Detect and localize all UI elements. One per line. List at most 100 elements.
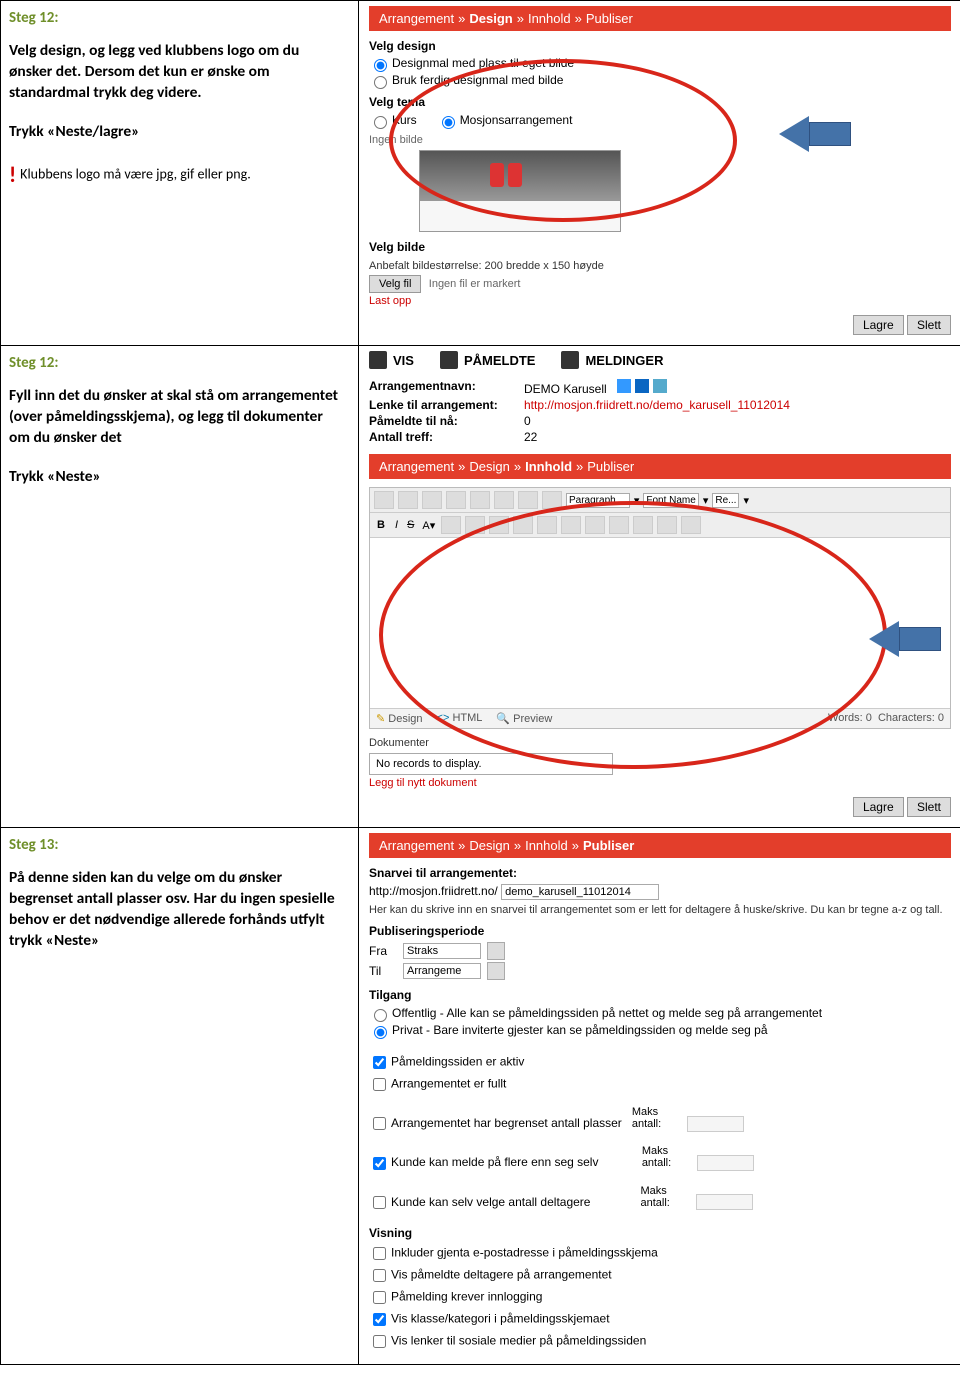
publisering-heading: Publiseringsperiode [369,924,951,938]
step-row-12b: Steg 12: Fyll inn det du ønsker at skal … [1,346,960,828]
lagre-button[interactable]: Lagre [853,315,904,335]
tab-vis[interactable]: VIS [369,351,414,369]
redo-icon[interactable] [494,491,514,509]
choose-file-button[interactable]: Velg fil [369,275,421,293]
exclamation-icon: ! [9,161,16,190]
pointer-arrow [779,116,851,152]
step-row-12a: Steg 12: Velg design, og legg ved klubbe… [1,1,960,346]
linkedin-icon[interactable] [635,379,649,393]
step-label: Steg 13: [9,836,346,854]
shortcut-help: Her kan du skrive inn en snarvei til arr… [369,904,951,916]
lagre-button[interactable]: Lagre [853,797,904,817]
highlight-circle [379,501,887,769]
fra-label: Fra [369,944,397,958]
crumb-arrangement: Arrangement [379,11,454,26]
file-status: Ingen fil er markert [429,278,521,290]
calendar-icon[interactable] [487,962,505,980]
crumb-arrangement: Arrangement [379,459,454,474]
twitter-icon[interactable] [653,379,667,393]
instruction-body-1: På denne siden kan du velge om du ønsker… [9,868,346,952]
warning-text: Klubbens logo må være jpg, gif eller png… [20,165,251,182]
undo-icon[interactable] [470,491,490,509]
italic-icon[interactable]: I [392,519,401,531]
align-left-icon[interactable] [441,516,461,534]
cb-aktiv[interactable]: Påmeldingssiden er aktiv [369,1053,951,1072]
step-label: Steg 12: [9,9,346,27]
instruction-cell: Steg 12: Velg design, og legg ved klubbe… [1,1,359,345]
kv-arrangementnavn: Arrangementnavn:DEMO Karusell [369,379,951,396]
step-label: Steg 12: [9,354,346,372]
maks-input-3[interactable] [696,1194,753,1210]
crumb-publiser: Publiser [586,11,633,26]
crumb-design: Design [469,838,509,853]
maks-input-1[interactable] [687,1116,744,1132]
crumb-publiser: Publiser [587,459,634,474]
add-document-link[interactable]: Legg til nytt dokument [369,777,951,789]
maks-input-2[interactable] [697,1155,754,1171]
facebook-icon[interactable] [617,379,631,393]
fra-input[interactable] [403,943,481,959]
heading-velg-bilde: Velg bilde [369,240,951,254]
slett-button[interactable]: Slett [907,315,951,335]
cb-selv-velge[interactable]: Kunde kan selv velge antall deltagere Ma… [369,1185,951,1212]
cb-v4[interactable]: Vis klasse/kategori i påmeldingsskjemaet [369,1310,951,1329]
instruction-body-1: Velg design, og legg ved klubbens logo o… [9,41,346,104]
highlight-circle [389,59,737,222]
slett-button[interactable]: Slett [907,797,951,817]
bold-icon[interactable]: B [374,519,388,531]
radio-offentlig[interactable]: Offentlig - Alle kan se påmeldingssiden … [369,1006,951,1022]
calendar-icon[interactable] [487,942,505,960]
til-input[interactable] [403,963,481,979]
screenshot-cell: Arrangement»Design»Innhold»Publiser Snar… [359,828,960,1364]
shortcut-input[interactable] [501,884,659,900]
upload-link[interactable]: Last opp [369,295,951,307]
crumb-innhold: Innhold [528,11,571,26]
paste-word-icon[interactable] [446,491,466,509]
crumb-design: Design [469,459,509,474]
cb-v3[interactable]: Påmelding krever innlogging [369,1288,951,1307]
tab-meldinger[interactable]: MELDINGER [561,351,663,369]
screenshot-cell: Arrangement»Design»Innhold»Publiser Velg… [359,1,960,345]
arrangement-link[interactable]: http://mosjon.friidrett.no/demo_karusell… [524,398,790,412]
instruction-cell: Steg 13: På denne siden kan du velge om … [1,828,359,1364]
instruction-cell: Steg 12: Fyll inn det du ønsker at skal … [1,346,359,827]
top-tabs: VIS PÅMELDTE MELDINGER [369,351,951,369]
cb-fullt[interactable]: Arrangementet er fullt [369,1075,951,1094]
instruction-body-1: Fyll inn det du ønsker at skal stå om ar… [9,386,346,449]
char-count: Characters: 0 [878,712,944,724]
size-select[interactable]: Re... [712,493,739,508]
warning-note: !Klubbens logo må være jpg, gif eller pn… [9,161,346,190]
breadcrumb-bar: Arrangement»Design»Innhold»Publiser [369,6,951,31]
kv-lenke: Lenke til arrangement:http://mosjon.frii… [369,398,951,412]
kv-treff: Antall treff:22 [369,430,951,444]
screenshot-cell: VIS PÅMELDTE MELDINGER Arrangementnavn:D… [359,346,960,827]
heading-velg-design: Velg design [369,39,951,53]
crumb-innhold: Innhold [525,838,568,853]
breadcrumb-bar: Arrangement»Design»Innhold»Publiser [369,454,951,479]
link-icon[interactable] [518,491,538,509]
cb-begrenset[interactable]: Arrangementet har begrenset antall plass… [369,1106,951,1133]
copy-icon[interactable] [398,491,418,509]
crumb-design: Design [469,11,512,26]
visning-heading: Visning [369,1226,951,1240]
step-row-13: Steg 13: På denne siden kan du velge om … [1,828,960,1364]
tab-pameldte[interactable]: PÅMELDTE [440,351,536,369]
radio-privat[interactable]: Privat - Bare inviterte gjester kan se p… [369,1023,951,1039]
pointer-arrow [869,621,941,657]
crumb-publiser: Publiser [583,838,634,853]
anbefalt-text: Anbefalt bildestørrelse: 200 bredde x 15… [369,260,951,272]
instruction-body-2: Trykk «Neste/lagre» [9,122,346,143]
cb-v2[interactable]: Vis påmeldte deltagere på arrangementet [369,1266,951,1285]
editor-tab-design[interactable]: ✎ Design [376,712,423,725]
url-prefix: http://mosjon.friidrett.no/ [369,884,498,898]
envelope-icon [561,351,579,369]
cb-v5[interactable]: Vis lenker til sosiale medier på påmeldi… [369,1332,951,1351]
fontcolor-icon[interactable]: A▾ [420,519,437,532]
radio-designmal-eget[interactable]: Designmal med plass til eget bilde [369,56,951,72]
strike-icon[interactable]: S [405,519,416,531]
cb-flere[interactable]: Kunde kan melde på flere enn seg selv Ma… [369,1145,951,1172]
paste-icon[interactable] [422,491,442,509]
crumb-arrangement: Arrangement [379,838,454,853]
cb-v1[interactable]: Inkluder gjenta e-postadresse i påmeldin… [369,1244,951,1263]
cut-icon[interactable] [374,491,394,509]
